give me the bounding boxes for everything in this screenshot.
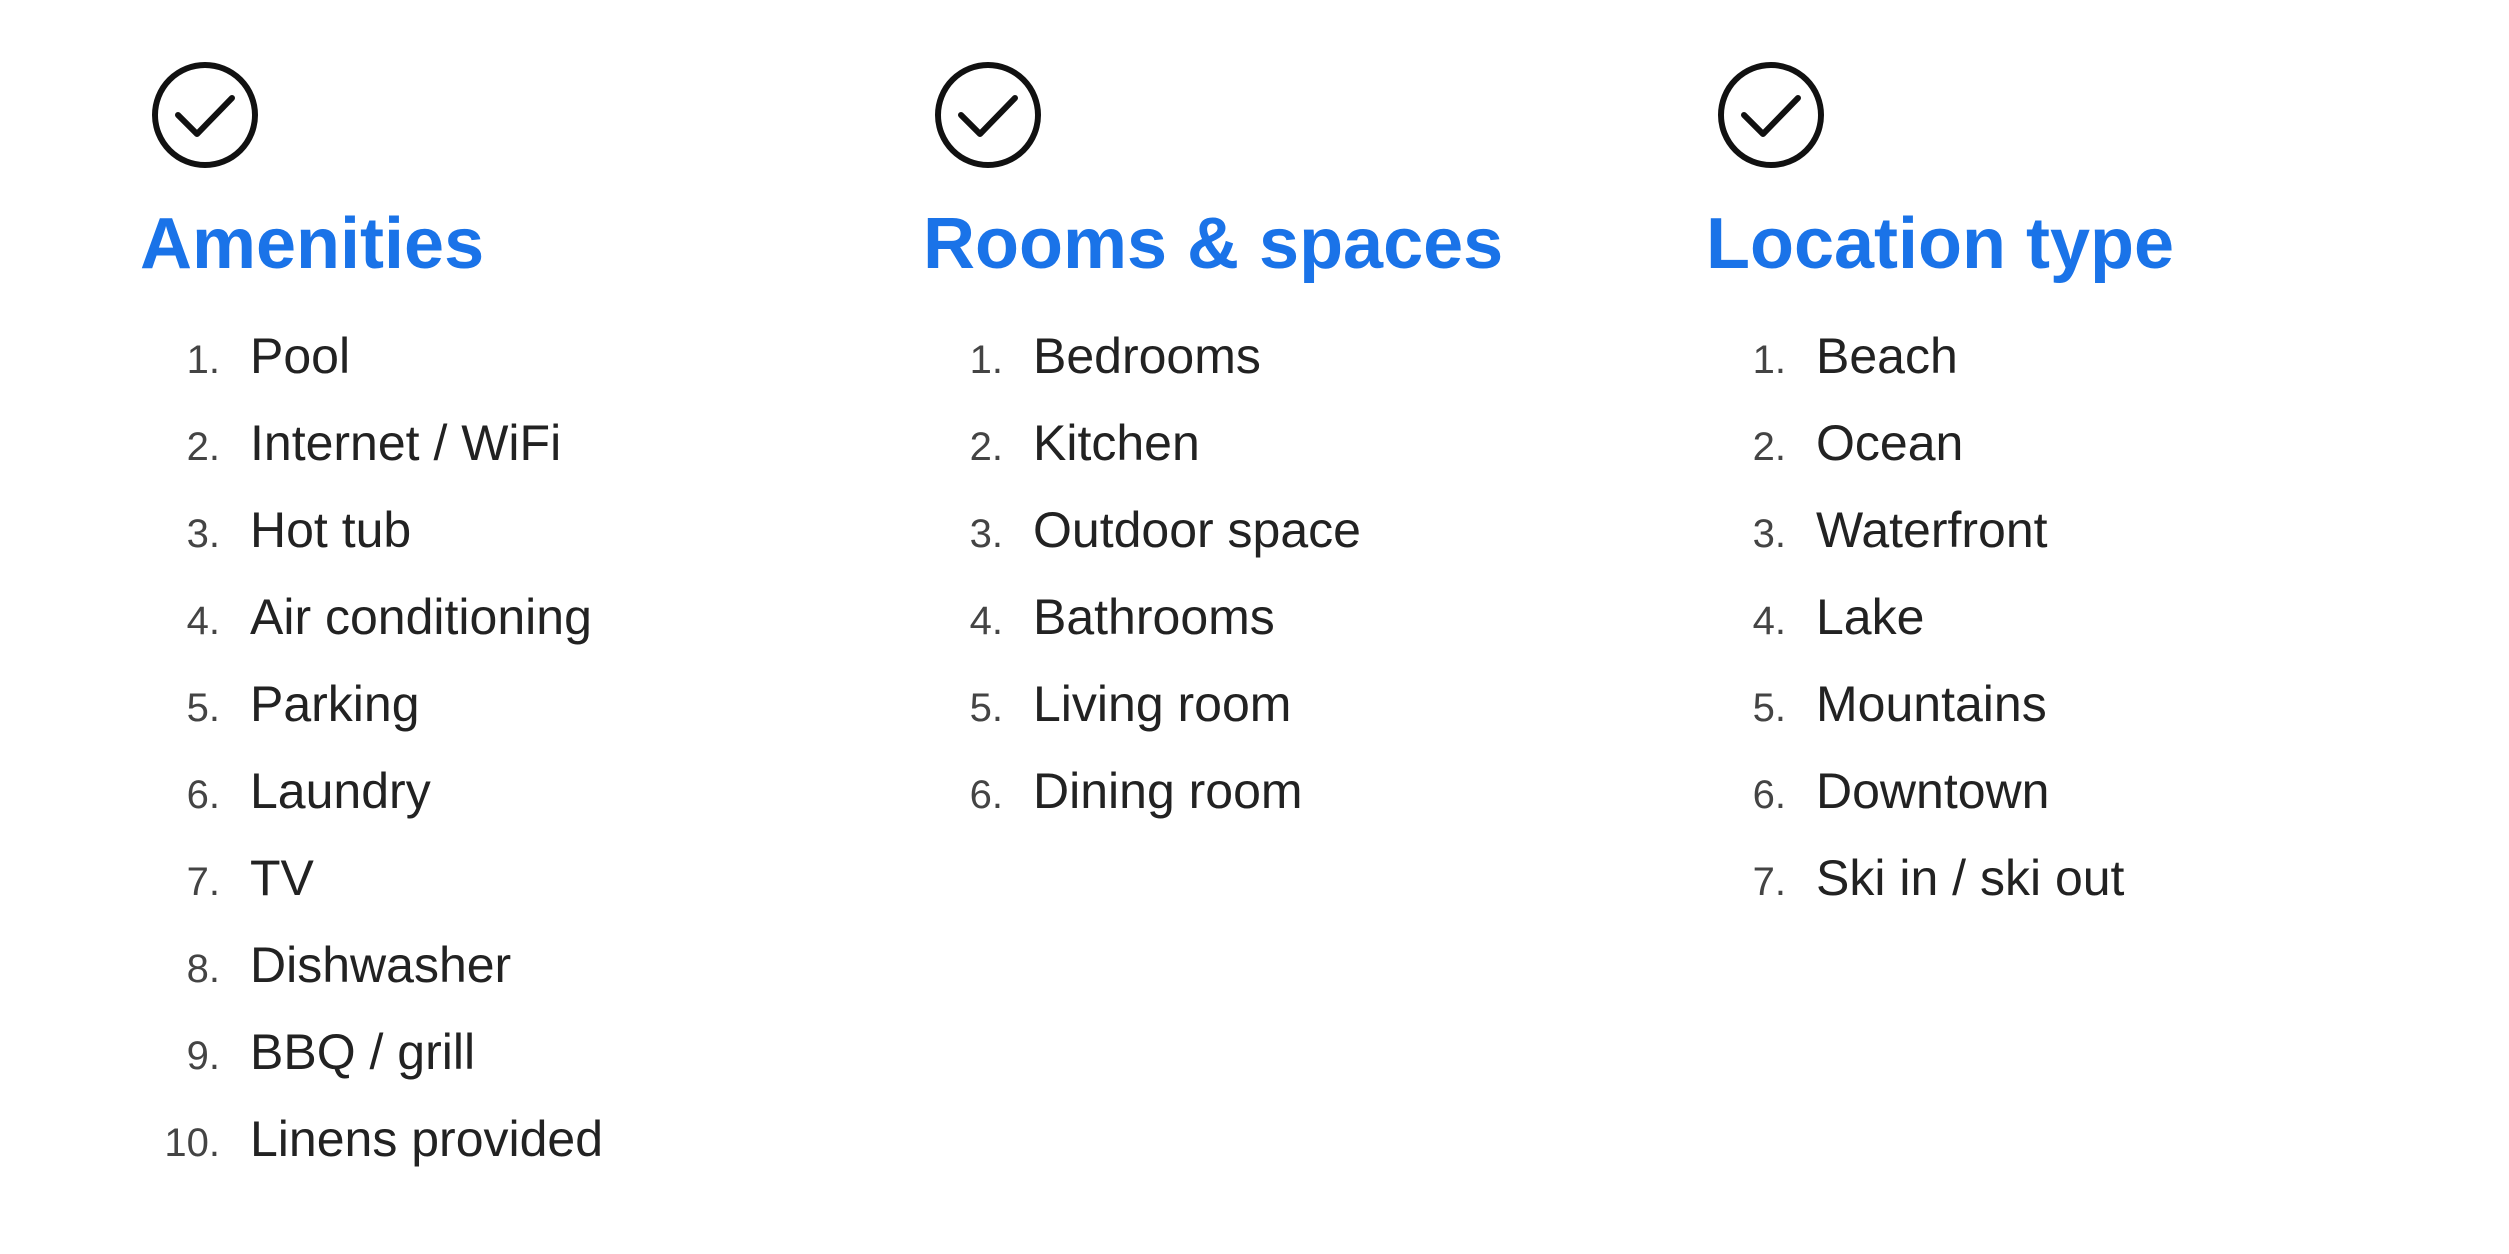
item-number: 5.: [923, 682, 1003, 734]
list-item: 2. Ocean: [1706, 411, 2369, 476]
list-item: 8. Dishwasher: [140, 933, 803, 998]
item-text: Outdoor space: [1033, 498, 1361, 563]
item-number: 4.: [140, 595, 220, 647]
item-number: 2.: [140, 421, 220, 473]
item-number: 6.: [1706, 769, 1786, 821]
item-text: Bedrooms: [1033, 324, 1261, 389]
item-number: 7.: [140, 856, 220, 908]
list-item: 7. Ski in / ski out: [1706, 846, 2369, 911]
item-text: Bathrooms: [1033, 585, 1275, 650]
item-number: 3.: [140, 508, 220, 560]
list-item: 10. Linens provided: [140, 1107, 803, 1172]
item-text: Laundry: [250, 759, 431, 824]
item-text: Air conditioning: [250, 585, 592, 650]
item-number: 3.: [923, 508, 1003, 560]
rooms-column: Rooms & spaces 1. Bedrooms 2. Kitchen 3. Outd…: [863, 60, 1646, 1194]
item-text: TV: [250, 846, 314, 911]
item-number: 1.: [1706, 334, 1786, 386]
list-item: 6. Laundry: [140, 759, 803, 824]
rooms-title: Rooms & spaces: [923, 205, 1503, 284]
list-item: 6. Dining room: [923, 759, 1586, 824]
item-number: 5.: [140, 682, 220, 734]
item-number: 1.: [923, 334, 1003, 386]
list-item: 1. Beach: [1706, 324, 2369, 389]
item-text: Ski in / ski out: [1816, 846, 2124, 911]
item-number: 4.: [923, 595, 1003, 647]
item-text: Pool: [250, 324, 350, 389]
item-number: 3.: [1706, 508, 1786, 560]
list-item: 5. Living room: [923, 672, 1586, 737]
item-number: 2.: [1706, 421, 1786, 473]
item-number: 1.: [140, 334, 220, 386]
location-column: Location type 1. Beach 2. Ocean 3. Waterfront…: [1646, 60, 2429, 1194]
amenities-check-icon: [150, 60, 260, 175]
list-item: 4. Lake: [1706, 585, 2369, 650]
rooms-list: 1. Bedrooms 2. Kitchen 3. Outdoor space 4. Bath…: [923, 324, 1586, 846]
list-item: 4. Air conditioning: [140, 585, 803, 650]
amenities-column: Amenities 1. Pool 2. Internet / WiFi 3. Hot t…: [80, 60, 863, 1194]
item-number: 2.: [923, 421, 1003, 473]
item-number: 10.: [140, 1117, 220, 1169]
location-list: 1. Beach 2. Ocean 3. Waterfront 4. Lake 5. Mounta…: [1706, 324, 2369, 933]
item-text: Dining room: [1033, 759, 1303, 824]
item-text: Internet / WiFi: [250, 411, 561, 476]
item-text: Downtown: [1816, 759, 2049, 824]
amenities-list: 1. Pool 2. Internet / WiFi 3. Hot tub 4. Air co…: [140, 324, 803, 1194]
list-item: 5. Parking: [140, 672, 803, 737]
list-item: 2. Kitchen: [923, 411, 1586, 476]
list-item: 9. BBQ / grill: [140, 1020, 803, 1085]
item-number: 5.: [1706, 682, 1786, 734]
list-item: 2. Internet / WiFi: [140, 411, 803, 476]
item-number: 4.: [1706, 595, 1786, 647]
item-text: Parking: [250, 672, 420, 737]
list-item: 3. Outdoor space: [923, 498, 1586, 563]
item-text: Hot tub: [250, 498, 411, 563]
list-item: 7. TV: [140, 846, 803, 911]
list-item: 3. Hot tub: [140, 498, 803, 563]
rooms-check-icon: [933, 60, 1043, 175]
list-item: 5. Mountains: [1706, 672, 2369, 737]
item-number: 6.: [923, 769, 1003, 821]
list-item: 4. Bathrooms: [923, 585, 1586, 650]
list-item: 3. Waterfront: [1706, 498, 2369, 563]
item-text: Mountains: [1816, 672, 2047, 737]
item-text: Beach: [1816, 324, 1958, 389]
item-text: Lake: [1816, 585, 1924, 650]
location-title: Location type: [1706, 205, 2174, 284]
amenities-title: Amenities: [140, 205, 484, 284]
item-number: 8.: [140, 943, 220, 995]
item-text: Dishwasher: [250, 933, 511, 998]
item-text: Kitchen: [1033, 411, 1200, 476]
item-number: 6.: [140, 769, 220, 821]
item-number: 7.: [1706, 856, 1786, 908]
item-text: BBQ / grill: [250, 1020, 475, 1085]
item-text: Linens provided: [250, 1107, 603, 1172]
list-item: 1. Bedrooms: [923, 324, 1586, 389]
item-text: Ocean: [1816, 411, 1963, 476]
location-check-icon: [1716, 60, 1826, 175]
item-text: Waterfront: [1816, 498, 2048, 563]
list-item: 6. Downtown: [1706, 759, 2369, 824]
main-container: Amenities 1. Pool 2. Internet / WiFi 3. Hot t…: [80, 60, 2429, 1194]
list-item: 1. Pool: [140, 324, 803, 389]
item-number: 9.: [140, 1030, 220, 1082]
item-text: Living room: [1033, 672, 1291, 737]
